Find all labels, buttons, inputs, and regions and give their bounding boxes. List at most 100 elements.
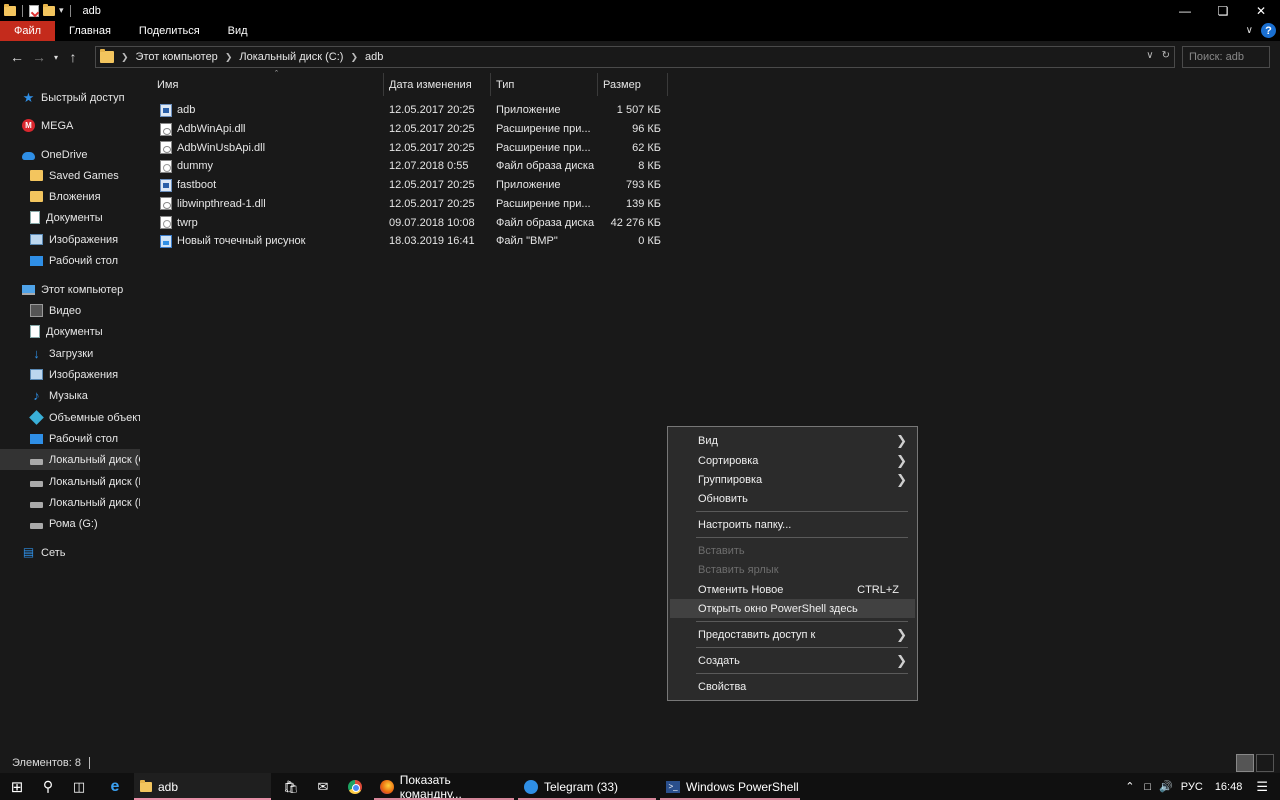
restore-button[interactable]: ❏ [1204,0,1242,21]
new-folder-icon[interactable] [43,3,55,16]
sidebar-item-quick-access[interactable]: ★ Быстрый доступ [0,87,140,108]
task-view-icon[interactable]: ◫ [64,773,94,800]
menu-item-paste-shortcut[interactable]: Вставить ярлык [670,560,915,579]
sidebar-item-documents[interactable]: Документы [0,321,140,342]
sidebar-item-roma-g[interactable]: Рома (G:) [0,513,140,534]
sidebar-item-desktop[interactable]: Рабочий стол [0,428,140,449]
edge-icon[interactable]: e [100,773,130,800]
column-header-type[interactable]: Тип [491,73,598,96]
help-icon[interactable]: ? [1261,23,1276,38]
file-type: Приложение [496,104,561,117]
table-row[interactable]: dummy 12.07.2018 0:55 Файл образа диска 8 К… [154,157,674,176]
sidebar-item-video[interactable]: Видео [0,300,140,321]
sidebar-item-saved-games[interactable]: Saved Games [0,165,140,186]
sidebar-item-onedrive-images[interactable]: Изображения [0,229,140,250]
breadcrumb-local-disk-c[interactable]: Локальный диск (C:) [239,51,343,63]
clock[interactable]: 16:48 [1215,781,1243,793]
menu-separator [696,647,908,648]
chrome-icon[interactable] [342,773,368,800]
drive-icon [30,522,43,529]
drive-icon [30,480,43,487]
sidebar-item-this-pc[interactable]: Этот компьютер [0,279,140,300]
tab-file[interactable]: Файл [0,21,56,41]
tab-view[interactable]: Вид [214,21,262,41]
3d-objects-icon [29,410,44,425]
network-icon[interactable]: □ [1144,781,1151,793]
dll-file-icon [160,197,172,211]
sidebar-item-3d-objects[interactable]: Объемные объекты [0,407,140,428]
sidebar-item-local-disk-c[interactable]: Локальный диск (C:) [0,449,140,470]
language-indicator[interactable]: РУС [1181,781,1203,793]
menu-item-view[interactable]: Вид ❯ [670,431,915,450]
column-header-date[interactable]: Дата изменения [384,73,491,96]
taskbar-app-explorer[interactable]: adb [134,773,271,800]
address-dropdown-icon[interactable]: ∨ [1146,50,1153,61]
sidebar-item-images[interactable]: Изображения [0,364,140,385]
powershell-icon: >_ [666,780,680,793]
table-row[interactable]: Новый точечный рисунок 18.03.2019 16:41 Фа… [154,232,674,251]
video-icon [30,304,43,317]
table-row[interactable]: adb 12.05.2017 20:25 Приложение 1 507 КБ [154,101,674,120]
table-row[interactable]: fastboot 12.05.2017 20:25 Приложение 793 КБ [154,176,674,195]
expand-ribbon-icon[interactable]: ∨ [1246,25,1253,36]
taskbar-app-powershell[interactable]: >_ Windows PowerShell [660,773,800,800]
computer-icon [22,284,35,295]
table-row[interactable]: libwinpthread-1.dll 12.05.2017 20:25 Расши… [154,195,674,214]
menu-item-undo-new[interactable]: Отменить Новое CTRL+Z [670,580,915,599]
sidebar-item-music[interactable]: ♪ Музыка [0,385,140,406]
sidebar-item-onedrive-documents[interactable]: Документы [0,207,140,228]
customize-toolbar-icon[interactable]: ▾ [59,5,64,16]
table-row[interactable]: twrp 09.07.2018 10:08 Файл образа диска 42 … [154,213,674,232]
recent-locations-button[interactable]: ▾ [50,46,62,68]
menu-item-properties[interactable]: Свойства [670,677,915,696]
column-header-size[interactable]: Размер [598,73,668,96]
search-icon[interactable]: ⚲ [34,773,62,800]
sidebar-item-local-disk-f[interactable]: Локальный диск (F:) [0,492,140,513]
breadcrumb-this-pc[interactable]: Этот компьютер [136,51,218,63]
show-hidden-icons-icon[interactable]: ⌃ [1125,780,1134,793]
breadcrumb-adb[interactable]: adb [365,51,383,63]
store-icon[interactable]: 🛍 [278,773,304,800]
mail-icon[interactable]: ✉ [310,773,336,800]
table-row[interactable]: AdbWinUsbApi.dll 12.05.2017 20:25 Расширен… [154,138,674,157]
table-row[interactable]: AdbWinApi.dll 12.05.2017 20:25 Расширение … [154,120,674,139]
close-button[interactable]: ✕ [1242,0,1280,21]
taskbar-app-firefox[interactable]: Показать командну... [374,773,514,800]
sidebar-item-mega[interactable]: M MEGA [0,115,140,136]
back-button[interactable]: ← [6,46,28,68]
sidebar-item-network[interactable]: ▤ Сеть [0,542,140,563]
menu-item-new[interactable]: Создать ❯ [670,651,915,670]
file-name: dummy [177,160,214,173]
up-button[interactable]: ↑ [62,46,84,68]
sidebar-item-attachments[interactable]: Вложения [0,186,140,207]
large-icons-view-button[interactable] [1256,754,1274,772]
minimize-button[interactable]: — [1166,0,1204,21]
file-name: Новый точечный рисунок [177,235,306,248]
column-header-name[interactable]: ˆ Имя [152,69,384,96]
notifications-icon[interactable]: ☰ [1256,779,1268,795]
file-date: 09.07.2018 10:08 [389,216,475,229]
details-view-button[interactable] [1236,754,1254,772]
tab-share[interactable]: Поделиться [125,21,214,41]
menu-item-customize-folder[interactable]: Настроить папку... [670,515,915,534]
sidebar-item-onedrive-desktop[interactable]: Рабочий стол [0,250,140,271]
address-bar[interactable]: ❯ Этот компьютер ❯ Локальный диск (C:) ❯… [95,46,1175,68]
sidebar-item-onedrive[interactable]: OneDrive [0,144,140,165]
search-input[interactable]: Поиск: adb [1182,46,1270,68]
volume-icon[interactable]: 🔊 [1159,780,1173,793]
taskbar-app-telegram[interactable]: Telegram (33) [518,773,656,800]
context-menu: Вид ❯ Сортировка ❯ Группировка ❯ Обновит… [667,426,918,701]
properties-icon[interactable] [29,4,39,17]
menu-item-refresh[interactable]: Обновить [670,489,915,508]
menu-item-open-powershell[interactable]: Открыть окно PowerShell здесь [670,599,915,618]
forward-button[interactable]: → [28,46,50,68]
menu-item-group[interactable]: Группировка ❯ [670,470,915,489]
start-button[interactable]: ⊞ [0,773,34,800]
menu-item-sort[interactable]: Сортировка ❯ [670,451,915,470]
menu-item-paste[interactable]: Вставить [670,541,915,560]
sidebar-item-downloads[interactable]: ↓ Загрузки [0,343,140,364]
tab-home[interactable]: Главная [55,21,125,41]
sidebar-item-local-disk-d[interactable]: Локальный диск (D:) [0,471,140,492]
refresh-icon[interactable]: ↻ [1162,50,1170,61]
menu-item-give-access[interactable]: Предоставить доступ к ❯ [670,625,915,644]
